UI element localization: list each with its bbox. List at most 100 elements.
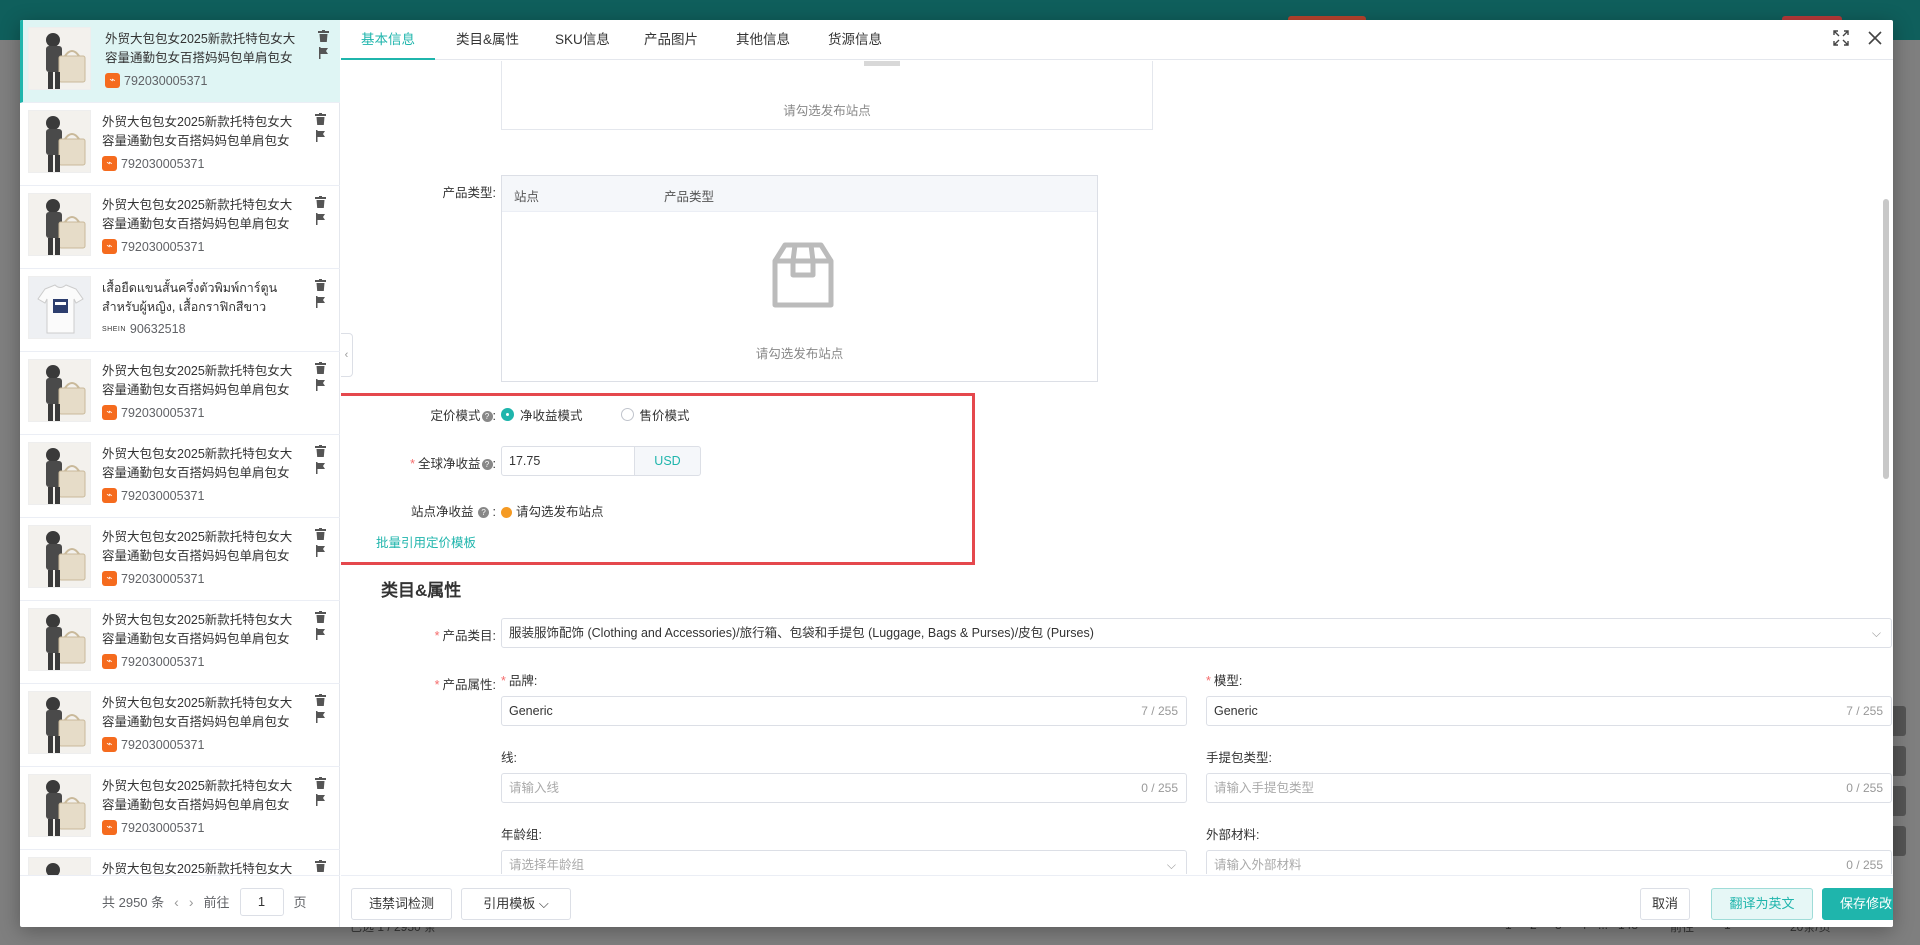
product-id: ⌁ 792030005371 [102, 571, 204, 586]
list-item[interactable]: 外贸大包包女2025新款托特包女大容量通勤包女百搭妈妈包单肩包女 ⌁ 7920300… [20, 103, 340, 186]
product-thumbnail [28, 193, 91, 256]
product-id: ⌁ 792030005371 [102, 488, 204, 503]
delete-icon[interactable] [313, 362, 327, 379]
form-content: ‹ 请勾选发布站点 产品类型: 站点 产品类型 请勾选发布站点 定价模式 ?:… [341, 61, 1893, 874]
site-empty-box: 请勾选发布站点 [501, 61, 1153, 130]
next-page-icon[interactable]: › [189, 894, 194, 910]
help-icon[interactable]: ? [481, 411, 493, 423]
list-item[interactable]: 外贸大包包女2025新款托特包女大容量通勤包女百搭妈妈包单肩包女⌁ [20, 850, 340, 875]
batch-pricing-template-link[interactable]: 批量引用定价模板 [376, 532, 476, 551]
product-type-empty-text: 请勾选发布站点 [755, 347, 844, 361]
delete-icon[interactable] [313, 279, 327, 296]
tab-source-info[interactable]: 货源信息 [808, 20, 902, 60]
product-list: 外贸大包包女2025新款托特包女大容量通勤包女百搭妈妈包单肩包女 ⌁ 7920300… [20, 20, 340, 875]
flag-icon[interactable] [313, 794, 327, 811]
apply-template-button[interactable]: 引用模板 ⌵ [461, 888, 571, 920]
shein-logo-icon: SHEIN [102, 325, 126, 333]
list-item[interactable]: 外贸大包包女2025新款托特包女大容量通勤包女百搭妈妈包单肩包女 ⌁ 7920300… [20, 518, 340, 601]
list-item[interactable]: 外贸大包包女2025新款托特包女大容量通勤包女百搭妈妈包单肩包女 ⌁ 7920300… [20, 435, 340, 518]
tab-sku-info[interactable]: SKU信息 [535, 20, 630, 60]
outer-material-input[interactable]: 请输入外部材料 0 / 255 [1206, 850, 1892, 874]
tab-other-info[interactable]: 其他信息 [716, 20, 810, 60]
delete-icon[interactable] [313, 860, 327, 875]
flag-icon[interactable] [313, 711, 327, 728]
flag-icon[interactable] [313, 213, 327, 230]
tab-category-attrs[interactable]: 类目&属性 [436, 20, 539, 60]
flag-icon[interactable] [313, 130, 327, 147]
delete-icon[interactable] [313, 196, 327, 213]
close-icon[interactable] [1867, 30, 1883, 51]
product-thumbnail [28, 276, 91, 339]
forbidden-word-check-button[interactable]: 违禁词检测 [351, 888, 452, 920]
product-id: SHEIN 90632518 [102, 322, 186, 336]
warning-icon [501, 507, 512, 519]
help-icon[interactable]: ? [478, 507, 490, 519]
product-id: ⌁ 792030005371 [102, 405, 204, 420]
1688-logo-icon: ⌁ [102, 239, 117, 254]
brand-label: * 品牌: [501, 674, 538, 688]
list-item[interactable]: เสื้อยืดแขนสั้นครึ่งตัวพิมพ์การ์ตูนสำหรั… [20, 269, 340, 352]
product-edit-panel: 基本信息 类目&属性 SKU信息 产品图片 其他信息 货源信息 ‹ 请勾选发布站… [341, 20, 1893, 927]
list-item[interactable]: 外贸大包包女2025新款托特包女大容量通勤包女百搭妈妈包单肩包女 ⌁ 7920300… [20, 684, 340, 767]
list-item[interactable]: 外贸大包包女2025新款托特包女大容量通勤包女百搭妈妈包单肩包女 ⌁ 7920300… [20, 601, 340, 684]
handbag-type-input[interactable]: 请输入手提包类型 0 / 255 [1206, 773, 1892, 803]
product-title: 外贸大包包女2025新款托特包女大容量通勤包女百搭妈妈包单肩包女 [102, 115, 293, 148]
flag-icon[interactable] [313, 296, 327, 313]
flag-icon[interactable] [313, 628, 327, 645]
model-input[interactable]: Generic 7 / 255 [1206, 696, 1892, 726]
delete-icon[interactable] [313, 445, 327, 462]
flag-icon[interactable] [316, 47, 330, 64]
product-id: ⌁ 792030005371 [105, 73, 207, 88]
1688-logo-icon: ⌁ [102, 654, 117, 669]
category-label: * 产品类目: [434, 629, 496, 643]
fullscreen-icon[interactable] [1833, 30, 1849, 51]
tab-product-images[interactable]: 产品图片 [624, 20, 718, 60]
site-profit-hint: 请勾选发布站点 [501, 501, 604, 520]
product-thumbnail [28, 442, 91, 505]
flag-icon[interactable] [313, 545, 327, 562]
collapse-panel-button[interactable]: ‹ [341, 333, 353, 377]
delete-icon[interactable] [313, 694, 327, 711]
prev-page-icon[interactable]: ‹ [174, 894, 179, 910]
radio-sale-price-mode[interactable]: 售价模式 [620, 405, 690, 424]
delete-icon[interactable] [313, 777, 327, 794]
line-input[interactable]: 请输入线 0 / 255 [501, 773, 1187, 803]
translate-english-button[interactable]: 翻译为英文 [1711, 888, 1813, 920]
pager-page-input[interactable]: 1 [239, 887, 284, 916]
list-item[interactable]: 外贸大包包女2025新款托特包女大容量通勤包女百搭妈妈包单肩包女 ⌁ 7920300… [20, 20, 340, 103]
brand-input[interactable]: Generic 7 / 255 [501, 696, 1187, 726]
scrollbar[interactable] [1883, 199, 1889, 479]
cancel-button[interactable]: 取消 [1640, 888, 1690, 920]
list-item[interactable]: 外贸大包包女2025新款托特包女大容量通勤包女百搭妈妈包单肩包女 ⌁ 7920300… [20, 767, 340, 850]
product-thumbnail [28, 857, 91, 875]
product-id: ⌁ 792030005371 [102, 737, 204, 752]
chevron-down-icon: ⌵ [538, 896, 549, 911]
product-id: ⌁ 792030005371 [102, 156, 204, 171]
global-profit-input[interactable]: 17.75 [501, 446, 635, 476]
line-label: 线: [501, 751, 517, 765]
delete-icon[interactable] [313, 611, 327, 628]
product-title: 外贸大包包女2025新款托特包女大容量通勤包女百搭妈妈包单肩包女 [102, 779, 293, 812]
delete-icon[interactable] [313, 528, 327, 545]
flag-icon[interactable] [313, 379, 327, 396]
flag-icon[interactable] [313, 462, 327, 479]
category-select[interactable]: 服装服饰配饰 (Clothing and Accessories)/旅行箱、包袋… [501, 618, 1892, 648]
handbag-type-label: 手提包类型: [1206, 751, 1272, 765]
site-empty-text: 请勾选发布站点 [783, 104, 871, 118]
save-changes-button[interactable]: 保存修改 [1822, 888, 1893, 920]
product-thumbnail [28, 608, 91, 671]
age-group-select[interactable]: 请选择年龄组 ⌵ [501, 850, 1187, 874]
1688-logo-icon: ⌁ [105, 73, 120, 88]
delete-icon[interactable] [316, 30, 330, 47]
1688-logo-icon: ⌁ [102, 820, 117, 835]
outer-material-label: 外部材料: [1206, 828, 1260, 842]
tab-bar: 基本信息 类目&属性 SKU信息 产品图片 其他信息 货源信息 [341, 20, 1893, 60]
help-icon[interactable]: ? [481, 459, 493, 471]
list-item[interactable]: 外贸大包包女2025新款托特包女大容量通勤包女百搭妈妈包单肩包女 ⌁ 7920300… [20, 186, 340, 269]
radio-net-profit-mode[interactable]: 净收益模式 [501, 405, 583, 424]
attrs-label: * 产品属性: [434, 678, 496, 692]
product-title: 外贸大包包女2025新款托特包女大容量通勤包女百搭妈妈包单肩包女 [105, 32, 296, 65]
delete-icon[interactable] [313, 113, 327, 130]
list-item[interactable]: 外贸大包包女2025新款托特包女大容量通勤包女百搭妈妈包单肩包女 ⌁ 7920300… [20, 352, 340, 435]
tab-basic-info[interactable]: 基本信息 [341, 20, 435, 60]
